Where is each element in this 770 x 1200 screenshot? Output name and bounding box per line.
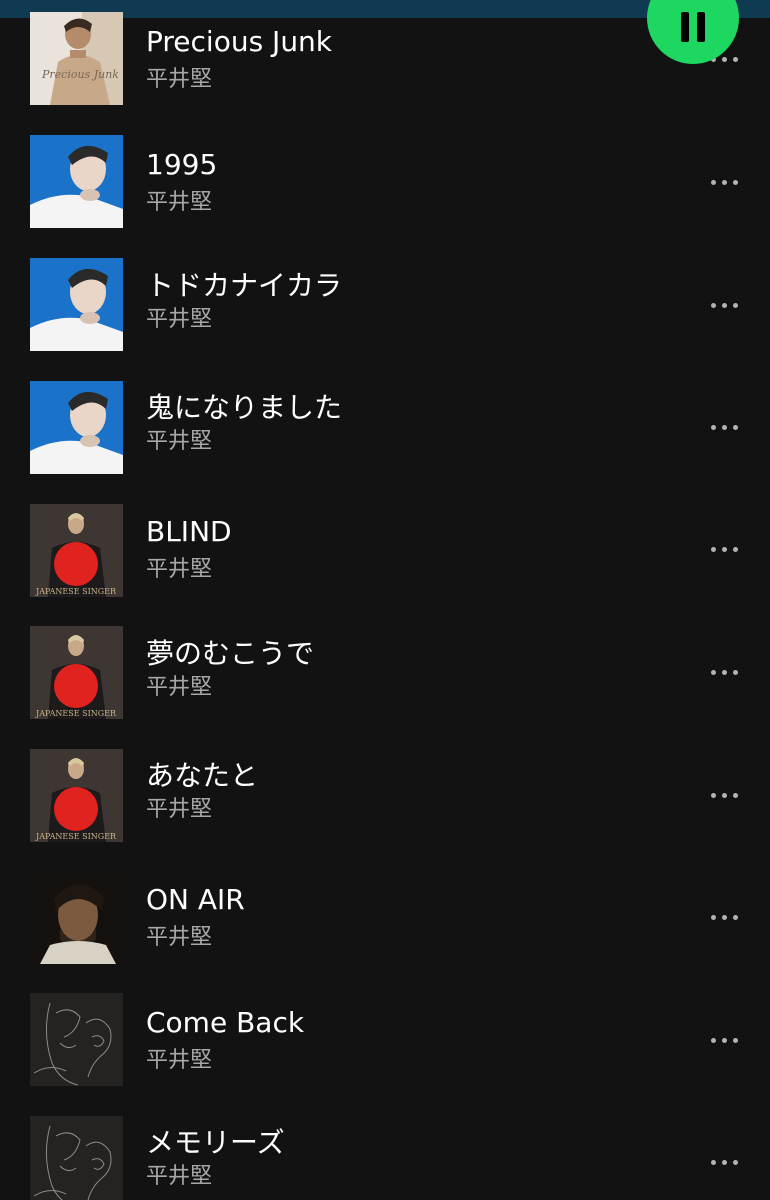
dot-icon bbox=[732, 792, 738, 798]
album-cover-blue-portrait bbox=[30, 135, 123, 228]
track-row[interactable]: JAPANESE SINGER 夢のむこうで 平井堅 bbox=[0, 612, 770, 719]
track-row[interactable]: ON AIR 平井堅 bbox=[0, 857, 770, 964]
app-screen: Precious Junk Precious Junk 平井堅 1995 平井堅… bbox=[0, 0, 770, 1200]
album-cover-japanese-singer: JAPANESE SINGER bbox=[30, 626, 123, 719]
track-title: メモリーズ bbox=[146, 1126, 285, 1159]
dot-icon bbox=[732, 669, 738, 675]
dot-icon bbox=[710, 302, 716, 308]
track-artist: 平井堅 bbox=[146, 1048, 213, 1073]
dot-icon bbox=[710, 424, 716, 430]
album-cover-image: JAPANESE SINGER bbox=[30, 626, 123, 719]
dot-icon bbox=[710, 179, 716, 185]
track-artist: 平井堅 bbox=[146, 925, 213, 950]
album-cover-japanese-singer: JAPANESE SINGER bbox=[30, 504, 123, 597]
dot-icon bbox=[721, 914, 727, 920]
more-options-button[interactable] bbox=[700, 415, 748, 439]
track-title: ON AIR bbox=[146, 883, 245, 916]
track-title: トドカナイカラ bbox=[146, 269, 343, 302]
track-artist: 平井堅 bbox=[146, 67, 213, 92]
dot-icon bbox=[721, 669, 727, 675]
dot-icon bbox=[721, 1159, 727, 1165]
dot-icon bbox=[710, 914, 716, 920]
album-cover-image bbox=[30, 871, 123, 964]
track-row[interactable]: メモリーズ 平井堅 bbox=[0, 1102, 770, 1200]
pause-icon bbox=[681, 12, 705, 42]
track-title: 鬼になりました bbox=[146, 391, 343, 424]
dot-icon bbox=[721, 546, 727, 552]
dot-icon bbox=[721, 424, 727, 430]
track-title: 1995 bbox=[146, 148, 218, 181]
track-row[interactable]: 1995 平井堅 bbox=[0, 122, 770, 228]
album-cover-japanese-singer: JAPANESE SINGER bbox=[30, 749, 123, 842]
track-title: Precious Junk bbox=[146, 25, 333, 58]
dot-icon bbox=[732, 424, 738, 430]
track-artist: 平井堅 bbox=[146, 675, 213, 700]
track-title: 夢のむこうで bbox=[146, 637, 315, 670]
dot-icon bbox=[710, 669, 716, 675]
track-title: あなたと bbox=[146, 759, 259, 792]
album-cover-image bbox=[30, 1116, 123, 1200]
track-row[interactable]: JAPANESE SINGER あなたと 平井堅 bbox=[0, 735, 770, 842]
dot-icon bbox=[710, 792, 716, 798]
track-row[interactable]: 鬼になりました 平井堅 bbox=[0, 367, 770, 474]
cover-text: JAPANESE SINGER bbox=[35, 832, 117, 841]
more-options-button[interactable] bbox=[700, 660, 748, 684]
album-cover-image bbox=[30, 258, 123, 351]
track-title: BLIND bbox=[146, 515, 232, 548]
dot-icon bbox=[721, 1037, 727, 1043]
more-options-button[interactable] bbox=[700, 1028, 748, 1052]
album-cover-image: JAPANESE SINGER bbox=[30, 749, 123, 842]
album-cover-image bbox=[30, 993, 123, 1086]
album-cover-image bbox=[30, 135, 123, 228]
album-cover-image: JAPANESE SINGER bbox=[30, 504, 123, 597]
dot-icon bbox=[732, 914, 738, 920]
more-options-button[interactable] bbox=[700, 1150, 748, 1174]
dot-icon bbox=[721, 179, 727, 185]
album-cover-blue-portrait bbox=[30, 258, 123, 351]
track-artist: 平井堅 bbox=[146, 190, 213, 215]
dot-icon bbox=[710, 1037, 716, 1043]
cover-text: Precious Junk bbox=[41, 68, 119, 81]
more-options-button[interactable] bbox=[700, 783, 748, 807]
dot-icon bbox=[732, 302, 738, 308]
dot-icon bbox=[732, 179, 738, 185]
track-row[interactable]: トドカナイカラ 平井堅 bbox=[0, 245, 770, 351]
more-options-button[interactable] bbox=[700, 537, 748, 561]
track-title: Come Back bbox=[146, 1006, 305, 1039]
album-cover-on-air bbox=[30, 871, 123, 964]
album-cover-image bbox=[30, 381, 123, 474]
album-cover-sketch bbox=[30, 1116, 123, 1200]
more-options-button[interactable] bbox=[700, 905, 748, 929]
dot-icon bbox=[721, 302, 727, 308]
dot-icon bbox=[721, 792, 727, 798]
track-artist: 平井堅 bbox=[146, 557, 213, 582]
track-artist: 平井堅 bbox=[146, 307, 213, 332]
cover-text: JAPANESE SINGER bbox=[35, 709, 117, 718]
dot-icon bbox=[732, 546, 738, 552]
more-options-button[interactable] bbox=[700, 293, 748, 317]
dot-icon bbox=[732, 1037, 738, 1043]
album-cover-blue-portrait bbox=[30, 381, 123, 474]
dot-icon bbox=[732, 56, 738, 62]
album-cover-image: Precious Junk bbox=[30, 12, 123, 105]
track-artist: 平井堅 bbox=[146, 429, 213, 454]
more-options-button[interactable] bbox=[700, 170, 748, 194]
cover-text: JAPANESE SINGER bbox=[35, 587, 117, 596]
track-artist: 平井堅 bbox=[146, 797, 213, 822]
album-cover-sketch bbox=[30, 993, 123, 1086]
dot-icon bbox=[710, 546, 716, 552]
track-row[interactable]: JAPANESE SINGER BLIND 平井堅 bbox=[0, 490, 770, 597]
track-artist: 平井堅 bbox=[146, 1164, 213, 1189]
album-cover-precious-junk: Precious Junk bbox=[30, 12, 123, 105]
dot-icon bbox=[721, 56, 727, 62]
track-row[interactable]: Come Back 平井堅 bbox=[0, 980, 770, 1086]
dot-icon bbox=[732, 1159, 738, 1165]
dot-icon bbox=[710, 1159, 716, 1165]
